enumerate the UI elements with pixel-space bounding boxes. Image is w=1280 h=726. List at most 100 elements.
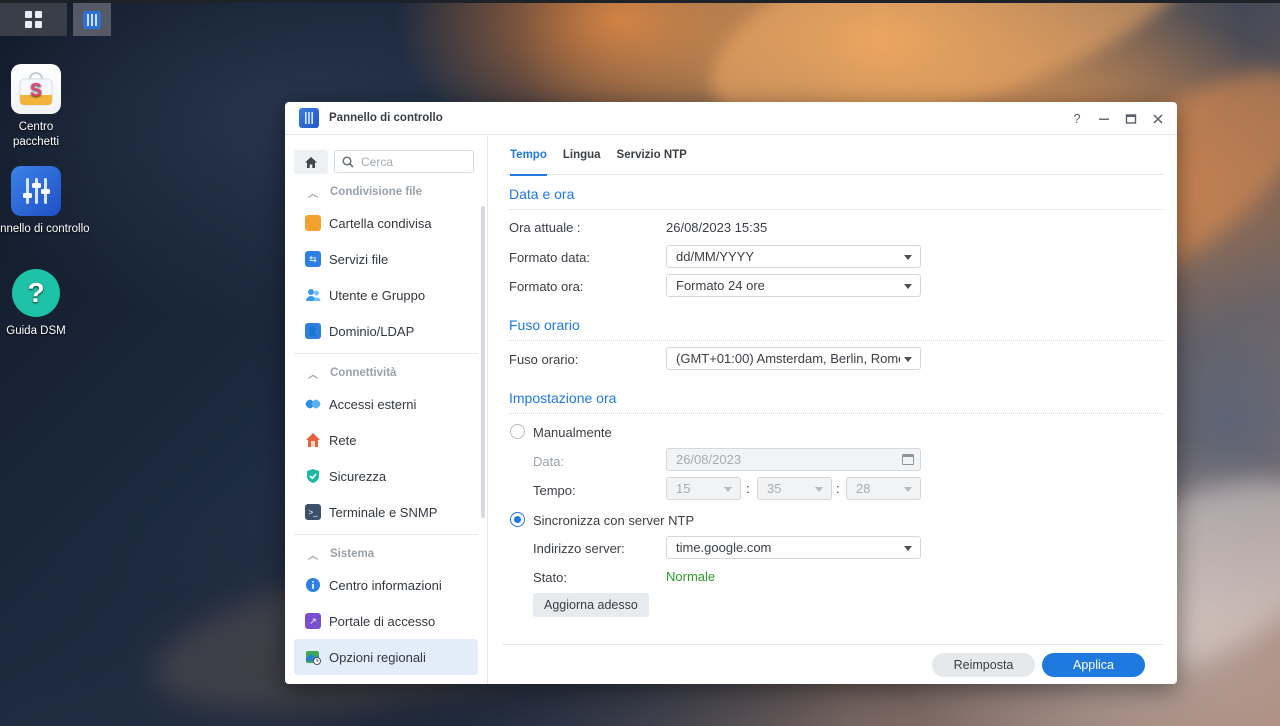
maximize-button[interactable]: [1122, 110, 1140, 128]
apply-button[interactable]: Applica: [1042, 653, 1145, 677]
sidebar-item-label: Rete: [329, 432, 357, 448]
reset-button[interactable]: Reimposta: [932, 653, 1035, 677]
desktop-icon-control-panel[interactable]: Pannello di controllo: [0, 166, 90, 237]
sidebar-section-label: Connettività: [330, 367, 397, 379]
help-icon: ?: [11, 268, 61, 318]
chevron-down-icon: [904, 255, 912, 260]
footer-divider: [502, 644, 1164, 645]
sidebar-item-label: Centro informazioni: [329, 577, 442, 593]
regional-options-icon: [305, 649, 321, 665]
shield-icon: [305, 468, 321, 484]
sidebar-section-label: Condivisione file: [330, 186, 423, 198]
server-address-value: time.google.com: [676, 540, 772, 555]
desktop-icon-label: Guida DSM: [6, 325, 66, 337]
sidebar-item-network[interactable]: Rete: [294, 422, 478, 458]
sidebar-section-system[interactable]: ︿ Sistema: [294, 541, 478, 567]
file-services-icon: ⇆: [305, 251, 321, 267]
calendar-icon: [902, 454, 914, 465]
main-menu-button[interactable]: [0, 3, 67, 36]
tab-language[interactable]: Lingua: [555, 136, 609, 175]
sidebar-item-file-services[interactable]: ⇆ Servizi file: [294, 241, 478, 277]
home-button[interactable]: [294, 150, 328, 174]
time-separator: :: [836, 481, 840, 496]
time-format-select[interactable]: Formato 24 ore: [666, 274, 921, 297]
timezone-label: Fuso orario:: [509, 352, 579, 367]
sidebar-section-label: Sistema: [330, 548, 375, 560]
sidebar-item-info-center[interactable]: Centro informazioni: [294, 567, 478, 603]
tab-ntp-service[interactable]: Servizio NTP: [609, 136, 695, 175]
sidebar: Cerca ︿ Condivisione file Cartella condi…: [285, 136, 488, 684]
svg-text:S: S: [30, 80, 42, 100]
sidebar-item-label: Accessi esterni: [329, 396, 417, 412]
home-icon: [305, 156, 317, 168]
sidebar-item-terminal-snmp[interactable]: >_ Terminale e SNMP: [294, 494, 478, 530]
window-titlebar[interactable]: Pannello di controllo ?: [285, 102, 1177, 135]
sidebar-item-label: Opzioni regionali: [329, 649, 426, 665]
desktop-icon-dsm-help[interactable]: ? Guida DSM: [0, 268, 72, 339]
sidebar-item-domain-ldap[interactable]: 👤 Dominio/LDAP: [294, 313, 478, 349]
date-format-select[interactable]: dd/MM/YYYY: [666, 245, 921, 268]
date-input[interactable]: 26/08/2023: [666, 448, 921, 471]
current-time-value: 26/08/2023 15:35: [666, 220, 768, 235]
sidebar-scrollbar[interactable]: [481, 206, 485, 518]
sidebar-item-label: Terminale e SNMP: [329, 504, 438, 520]
sidebar-item-label: Cartella condivisa: [329, 215, 432, 231]
hour-value: 15: [676, 481, 691, 496]
info-icon: [305, 577, 321, 593]
domain-icon: 👤: [305, 323, 321, 339]
time-label: Tempo:: [533, 483, 576, 498]
sidebar-item-security[interactable]: Sicurezza: [294, 458, 478, 494]
control-panel-icon: [299, 108, 319, 128]
timezone-select[interactable]: (GMT+01:00) Amsterdam, Berlin, Rome, Sto…: [666, 347, 921, 370]
close-button[interactable]: [1149, 110, 1167, 128]
desktop-icon-label: Pannello di controllo: [0, 223, 90, 235]
manual-label: Manualmente: [533, 425, 612, 440]
sidebar-item-regional-options[interactable]: Opzioni regionali: [294, 639, 478, 675]
update-now-button[interactable]: Aggiorna adesso: [533, 593, 649, 617]
date-format-value: dd/MM/YYYY: [676, 249, 755, 264]
search-placeholder: Cerca: [361, 154, 394, 169]
sidebar-item-label: Sicurezza: [329, 468, 387, 484]
tab-bar: Tempo Lingua Servizio NTP: [502, 136, 1164, 176]
sidebar-section-file-sharing[interactable]: ︿ Condivisione file: [294, 179, 478, 205]
time-format-label: Formato ora:: [509, 279, 584, 294]
status-label: Stato:: [533, 570, 567, 585]
control-panel-window: Pannello di controllo ? Cerca ︿ Condivis…: [285, 102, 1177, 684]
sidebar-item-shared-folder[interactable]: Cartella condivisa: [294, 205, 478, 241]
sidebar-list: ︿ Condivisione file Cartella condivisa ⇆…: [294, 179, 478, 675]
minimize-button[interactable]: [1095, 110, 1113, 128]
time-separator: :: [746, 481, 750, 496]
ntp-radio[interactable]: [510, 512, 525, 527]
server-address-select[interactable]: time.google.com: [666, 536, 921, 559]
second-select[interactable]: 28: [846, 477, 921, 500]
search-icon: [342, 155, 354, 168]
external-access-icon: [305, 396, 321, 412]
hour-select[interactable]: 15: [666, 477, 741, 500]
sidebar-item-login-portal[interactable]: ↗ Portale di accesso: [294, 603, 478, 639]
grid-icon: [25, 11, 42, 28]
chevron-down-icon: [904, 546, 912, 551]
sidebar-item-user-group[interactable]: Utente e Gruppo: [294, 277, 478, 313]
taskbar-control-panel[interactable]: [73, 3, 111, 36]
maximize-icon: [1125, 113, 1137, 124]
folder-icon: [305, 215, 321, 231]
second-value: 28: [856, 481, 871, 496]
tab-time[interactable]: Tempo: [502, 136, 555, 176]
sidebar-section-connectivity[interactable]: ︿ Connettività: [294, 360, 478, 386]
chevron-up-icon: ︿: [308, 369, 318, 381]
divider: [294, 534, 478, 535]
current-time-label: Ora attuale :: [509, 220, 581, 235]
chevron-up-icon: ︿: [308, 550, 318, 562]
sidebar-item-external-access[interactable]: Accessi esterni: [294, 386, 478, 422]
desktop-icon-label: Centro pacchetti: [12, 121, 60, 148]
manual-radio[interactable]: [510, 424, 525, 439]
help-button[interactable]: ?: [1068, 110, 1086, 128]
section-title-time-setting: Impostazione ora: [509, 390, 1164, 414]
minute-select[interactable]: 35: [757, 477, 832, 500]
date-label: Data:: [533, 454, 565, 469]
network-icon: [305, 432, 321, 448]
desktop-icon-package-center[interactable]: S Centro pacchetti: [0, 64, 72, 150]
chevron-down-icon: [904, 357, 912, 362]
taskbar: [0, 0, 1280, 3]
search-input[interactable]: Cerca: [334, 150, 474, 173]
